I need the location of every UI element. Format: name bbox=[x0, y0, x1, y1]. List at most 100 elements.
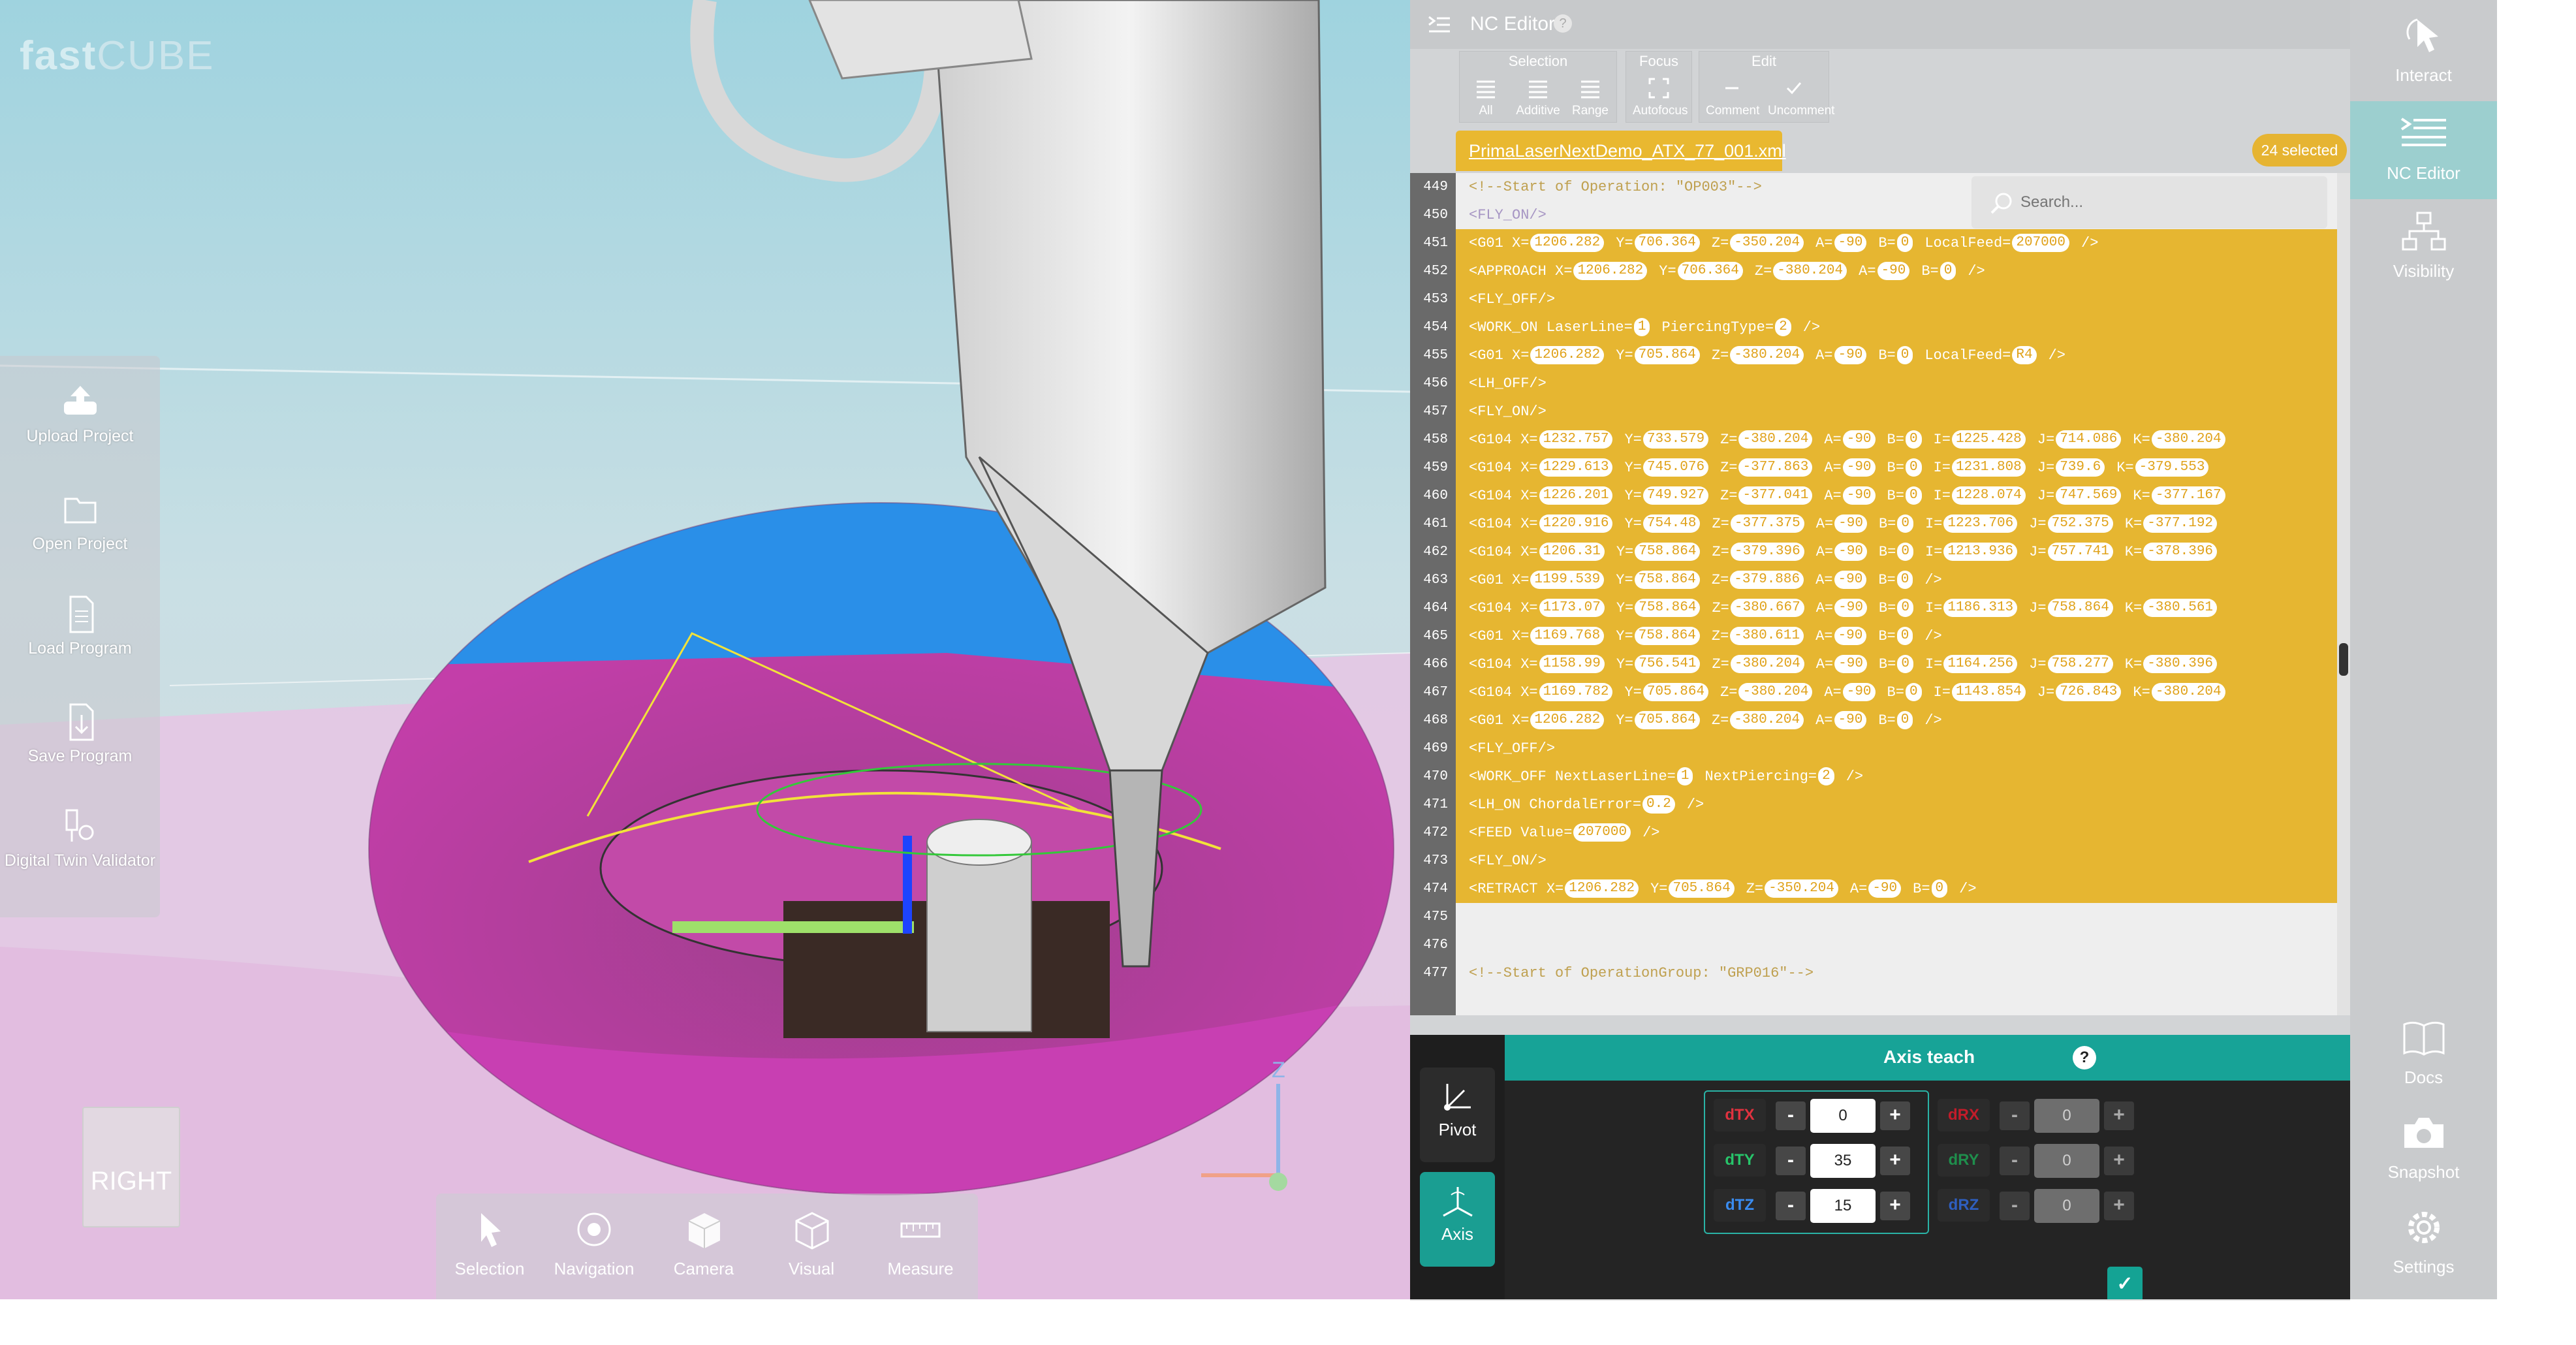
code-value-field[interactable]: -379.553 bbox=[2135, 458, 2209, 477]
code-value-field[interactable]: 714.086 bbox=[2056, 430, 2122, 449]
code-value-field[interactable]: 1206.282 bbox=[1565, 879, 1639, 898]
code-value-field[interactable]: 0 bbox=[1905, 430, 1922, 449]
code-editor[interactable]: 449 <!--Start of Operation: "OP003"--> 450… bbox=[1410, 173, 2350, 1015]
digital-twin-validator-button[interactable]: Digital Twin Validator bbox=[0, 806, 160, 911]
code-value-field[interactable]: 706.364 bbox=[1634, 234, 1700, 253]
decrement-button[interactable]: - bbox=[1776, 1192, 1806, 1220]
upload-project-button[interactable]: Upload Project bbox=[0, 382, 160, 486]
navigation-tool-button[interactable]: Navigation bbox=[542, 1207, 646, 1279]
code-line[interactable]: 453 <FLY_OFF/> bbox=[1410, 285, 2337, 313]
code-line[interactable]: 471 <LH_ON ChordalError= 0.2 /> bbox=[1410, 791, 2337, 819]
code-value-field[interactable]: -377.192 bbox=[2143, 514, 2218, 533]
nc-editor-nav-button[interactable]: NC Editor bbox=[2350, 101, 2497, 199]
snapshot-button[interactable]: Snapshot bbox=[2350, 1100, 2497, 1198]
comment-button[interactable]: Comment bbox=[1706, 76, 1759, 118]
code-value-field[interactable]: 1232.757 bbox=[1539, 430, 1613, 449]
code-value-field[interactable]: 1206.282 bbox=[1573, 262, 1648, 281]
code-value-field[interactable]: 1220.916 bbox=[1539, 514, 1613, 533]
code-value-field[interactable]: -90 bbox=[1834, 711, 1867, 730]
code-value-field[interactable]: 2 bbox=[1775, 318, 1791, 337]
decrement-button[interactable]: - bbox=[2000, 1192, 2030, 1220]
code-value-field[interactable]: 1206.282 bbox=[1530, 234, 1605, 253]
view-cube[interactable]: RIGHT bbox=[82, 1107, 180, 1227]
code-value-field[interactable]: 1164.256 bbox=[1943, 655, 2018, 674]
code-value-field[interactable]: 1173.07 bbox=[1539, 599, 1605, 618]
code-value-field[interactable]: 758.864 bbox=[1634, 571, 1700, 590]
code-value-field[interactable]: -90 bbox=[1877, 262, 1910, 281]
code-line[interactable]: 461 <G104 X= 1220.916 Y= 754.48 Z= -377.375 A= -… bbox=[1410, 510, 2337, 538]
code-value-field[interactable]: -377.375 bbox=[1730, 514, 1804, 533]
code-value-field[interactable]: -377.863 bbox=[1738, 458, 1813, 477]
code-line[interactable]: 466 <G104 X= 1158.99 Y= 756.541 Z= -380.204 A= -… bbox=[1410, 650, 2337, 678]
code-value-field[interactable]: -90 bbox=[1834, 514, 1867, 533]
code-value-field[interactable]: -90 bbox=[1842, 430, 1876, 449]
code-value-field[interactable]: -380.204 bbox=[1738, 683, 1813, 702]
code-value-field[interactable]: 752.375 bbox=[2047, 514, 2113, 533]
code-value-field[interactable]: -379.886 bbox=[1730, 571, 1804, 590]
code-value-field[interactable]: 1229.613 bbox=[1539, 458, 1613, 477]
code-value-field[interactable]: 0 bbox=[1896, 234, 1913, 253]
code-value-field[interactable]: 1206.31 bbox=[1539, 543, 1605, 562]
open-project-button[interactable]: Open Project bbox=[0, 490, 160, 594]
code-value-field[interactable]: -380.204 bbox=[1730, 711, 1804, 730]
code-line[interactable]: 468 <G01 X= 1206.282 Y= 705.864 Z= -380.204 A= -… bbox=[1410, 706, 2337, 735]
code-line[interactable]: 462 <G104 X= 1206.31 Y= 758.864 Z= -379.396 A= -… bbox=[1410, 538, 2337, 566]
load-program-button[interactable]: Load Program bbox=[0, 594, 160, 699]
decrement-button[interactable]: - bbox=[1776, 1147, 1806, 1175]
code-value-field[interactable]: -380.204 bbox=[2151, 430, 2225, 449]
select-all-button[interactable]: All bbox=[1460, 76, 1512, 118]
code-value-field[interactable]: -90 bbox=[1834, 346, 1867, 365]
code-value-field[interactable]: -377.167 bbox=[2151, 486, 2225, 505]
code-value-field[interactable]: -350.204 bbox=[1730, 234, 1804, 253]
code-value-field[interactable]: 726.843 bbox=[2056, 683, 2122, 702]
select-range-button[interactable]: Range bbox=[1564, 76, 1616, 118]
measure-tool-button[interactable]: Measure bbox=[868, 1207, 973, 1279]
camera-tool-button[interactable]: Camera bbox=[652, 1207, 756, 1279]
code-value-field[interactable]: 1158.99 bbox=[1539, 655, 1605, 674]
code-line[interactable]: 475 bbox=[1410, 903, 2337, 931]
code-line[interactable]: 457 <FLY_ON/> bbox=[1410, 398, 2337, 426]
code-value-field[interactable]: -380.204 bbox=[1730, 346, 1804, 365]
code-value-field[interactable]: -380.611 bbox=[1730, 627, 1804, 646]
code-line[interactable]: 465 <G01 X= 1169.768 Y= 758.864 Z= -380.611 A= -… bbox=[1410, 622, 2337, 650]
increment-button[interactable]: + bbox=[2104, 1147, 2134, 1175]
code-value-field[interactable]: -90 bbox=[1834, 599, 1867, 618]
code-value-field[interactable]: 0.2 bbox=[1642, 795, 1675, 814]
axis-mode-button[interactable]: Axis bbox=[1420, 1172, 1495, 1267]
select-additive-button[interactable]: Additive bbox=[1512, 76, 1564, 118]
code-value-field[interactable]: -379.396 bbox=[1730, 543, 1804, 562]
code-value-field[interactable]: 0 bbox=[1897, 599, 1913, 618]
code-line[interactable]: 472 <FEED Value= 207000 /> bbox=[1410, 819, 2337, 847]
increment-button[interactable]: + bbox=[1880, 1101, 1910, 1130]
code-line[interactable]: 469 <FLY_OFF/> bbox=[1410, 735, 2337, 763]
code-value-field[interactable]: 0 bbox=[1897, 655, 1913, 674]
code-value-field[interactable]: 1 bbox=[1676, 767, 1693, 786]
code-value-field[interactable]: -380.204 bbox=[2151, 683, 2225, 702]
code-line[interactable]: 474 <RETRACT X= 1206.282 Y= 705.864 Z= -350.20… bbox=[1410, 875, 2337, 903]
code-value-field[interactable]: 1206.282 bbox=[1530, 711, 1605, 730]
code-value-field[interactable]: -380.396 bbox=[2143, 655, 2218, 674]
apply-button[interactable]: ✓ bbox=[2107, 1267, 2143, 1302]
code-value-field[interactable]: -90 bbox=[1868, 879, 1902, 898]
code-value-field[interactable]: -90 bbox=[1834, 571, 1867, 590]
interact-button[interactable]: Interact bbox=[2350, 3, 2497, 101]
machine-scene[interactable]: Z bbox=[0, 0, 1410, 1299]
code-value-field[interactable]: -90 bbox=[1842, 683, 1876, 702]
code-value-field[interactable]: -90 bbox=[1834, 234, 1867, 253]
code-value-field[interactable]: 0 bbox=[1897, 543, 1913, 562]
code-line[interactable]: 473 <FLY_ON/> bbox=[1410, 847, 2337, 875]
search-box[interactable] bbox=[1971, 176, 2327, 229]
code-value-field[interactable]: 0 bbox=[1905, 486, 1922, 505]
code-line[interactable]: 463 <G01 X= 1199.539 Y= 758.864 Z= -379.886 A= -… bbox=[1410, 566, 2337, 594]
code-value-field[interactable]: 758.864 bbox=[1635, 543, 1701, 562]
code-value-field[interactable]: -350.204 bbox=[1765, 879, 1838, 898]
code-value-field[interactable]: 1213.936 bbox=[1943, 543, 2018, 562]
code-line[interactable]: 458 <G104 X= 1232.757 Y= 733.579 Z= -380.204 A=… bbox=[1410, 426, 2337, 454]
code-value-field[interactable]: 0 bbox=[1905, 458, 1922, 477]
help-icon[interactable]: ? bbox=[1554, 14, 1572, 33]
settings-button[interactable]: Settings bbox=[2350, 1195, 2497, 1293]
code-value-field[interactable]: 0 bbox=[1905, 683, 1922, 702]
visibility-button[interactable]: Visibility bbox=[2350, 199, 2497, 297]
code-value-field[interactable]: 705.864 bbox=[1642, 683, 1709, 702]
code-line[interactable]: 460 <G104 X= 1226.201 Y= 749.927 Z= -377.041 A=… bbox=[1410, 482, 2337, 510]
